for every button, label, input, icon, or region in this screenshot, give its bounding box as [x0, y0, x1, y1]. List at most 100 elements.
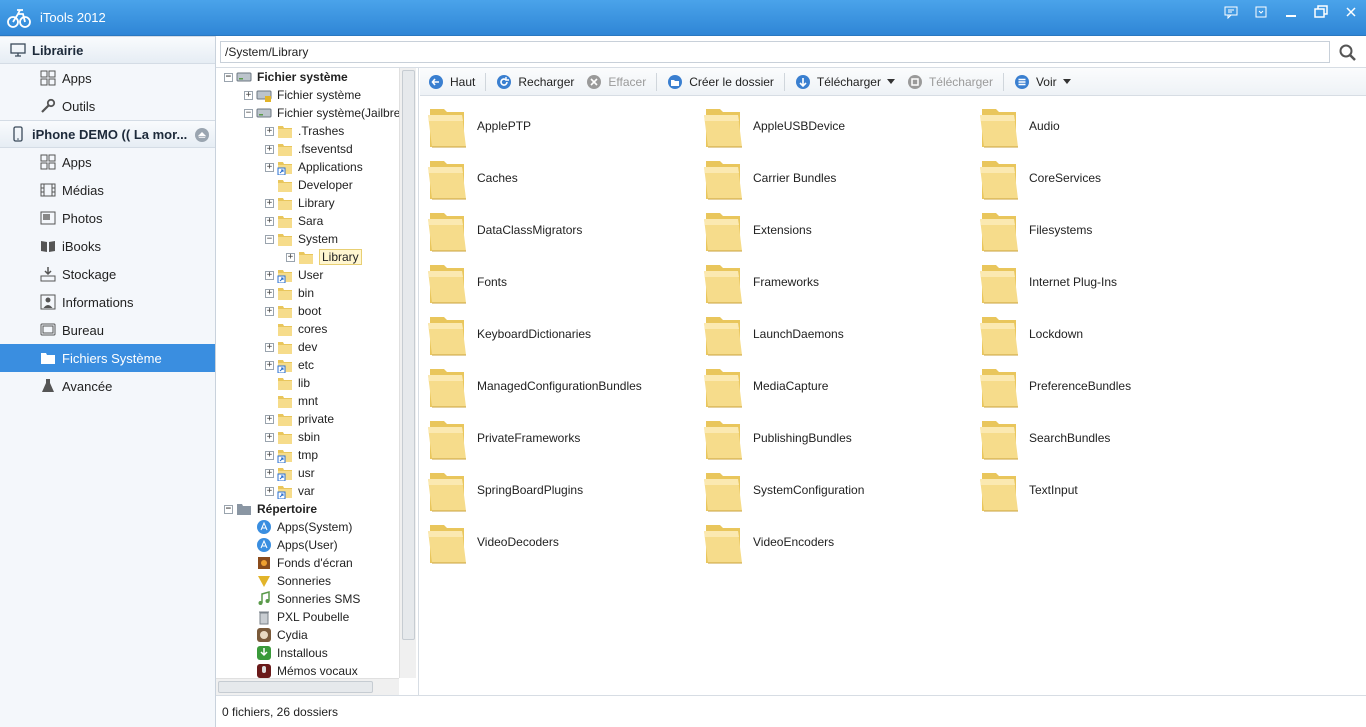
folder-item[interactable]: SystemConfiguration [699, 466, 969, 514]
tree-node[interactable]: Apps(System) [244, 518, 352, 536]
folder-item[interactable]: MediaCapture [699, 362, 969, 410]
tree-node[interactable]: + Sara [265, 212, 323, 230]
folder-item[interactable]: Frameworks [699, 258, 969, 306]
tree-node[interactable]: + boot [265, 302, 321, 320]
folder-item[interactable]: PublishingBundles [699, 414, 969, 462]
expand-toggle-icon[interactable]: + [286, 252, 295, 262]
tree-node[interactable]: + usr [265, 464, 315, 482]
reload-button[interactable]: Recharger [494, 71, 584, 93]
expand-toggle-icon[interactable]: − [224, 72, 233, 82]
folder-item[interactable]: TextInput [975, 466, 1245, 514]
folder-item[interactable]: KeyboardDictionaries [423, 310, 693, 358]
expand-toggle-icon[interactable]: + [265, 432, 274, 442]
up-button[interactable]: Haut [426, 71, 485, 93]
tree-node[interactable]: Cydia [244, 626, 308, 644]
expand-toggle-icon[interactable]: + [265, 144, 274, 154]
tree-node[interactable]: lib [265, 374, 310, 392]
tree-node[interactable]: + .Trashes [265, 122, 344, 140]
folder-item[interactable]: SpringBoardPlugins [423, 466, 693, 514]
expand-toggle-icon[interactable]: + [265, 360, 274, 370]
tree-node[interactable]: mnt [265, 392, 318, 410]
feedback-button[interactable] [1216, 0, 1246, 24]
sidebar-item-ibooks[interactable]: iBooks [0, 232, 215, 260]
tree-node[interactable]: Sonneries [244, 572, 331, 590]
folder-item[interactable]: Lockdown [975, 310, 1245, 358]
folder-item[interactable]: VideoDecoders [423, 518, 693, 566]
expand-toggle-icon[interactable]: − [244, 108, 253, 118]
tree-node[interactable]: + User [265, 266, 323, 284]
expand-toggle-icon[interactable]: + [265, 162, 274, 172]
expand-toggle-icon[interactable]: + [265, 198, 274, 208]
folder-item[interactable]: Audio [975, 102, 1245, 150]
minimize-button[interactable] [1276, 0, 1306, 24]
scroll-thumb[interactable] [402, 70, 415, 640]
folder-item[interactable]: Caches [423, 154, 693, 202]
new-folder-button[interactable]: Créer le dossier [665, 71, 784, 93]
expand-toggle-icon[interactable]: − [224, 504, 233, 514]
folder-item[interactable]: Fonts [423, 258, 693, 306]
folder-item[interactable]: ApplePTP [423, 102, 693, 150]
folder-item[interactable]: SearchBundles [975, 414, 1245, 462]
sidebar-item-system-files[interactable]: Fichiers Système [0, 344, 215, 372]
tree-vertical-scrollbar[interactable] [399, 68, 416, 678]
tree-node[interactable]: PXL Poubelle [244, 608, 349, 626]
tree-root-directory[interactable]: − Répertoire [224, 500, 317, 518]
sidebar-item-informations[interactable]: Informations [0, 288, 215, 316]
download-button[interactable]: Télécharger [905, 71, 1003, 93]
expand-toggle-icon[interactable]: + [265, 270, 274, 280]
tree-node[interactable]: + Library [265, 194, 335, 212]
tree-node[interactable]: + Fichier système [244, 86, 361, 104]
folder-item[interactable]: CoreServices [975, 154, 1245, 202]
expand-toggle-icon[interactable]: − [265, 234, 274, 244]
tree-node[interactable]: + private [265, 410, 334, 428]
tree-node[interactable]: + tmp [265, 446, 318, 464]
sidebar-item-apps[interactable]: Apps [0, 148, 215, 176]
tree-node[interactable]: cores [265, 320, 327, 338]
sidebar-item-library-apps[interactable]: Apps [0, 64, 215, 92]
expand-toggle-icon[interactable]: + [265, 126, 274, 136]
folder-item[interactable]: Filesystems [975, 206, 1245, 254]
folder-item[interactable]: DataClassMigrators [423, 206, 693, 254]
folder-item[interactable]: AppleUSBDevice [699, 102, 969, 150]
folder-item[interactable]: Internet Plug-Ins [975, 258, 1245, 306]
tree-node[interactable]: Developer [265, 176, 353, 194]
expand-toggle-icon[interactable]: + [265, 468, 274, 478]
folder-item[interactable]: VideoEncoders [699, 518, 969, 566]
sidebar-item-advanced[interactable]: Avancée [0, 372, 215, 400]
library-header[interactable]: Librairie [0, 36, 215, 64]
expand-toggle-icon[interactable]: + [265, 486, 274, 496]
expand-toggle-icon[interactable]: + [265, 288, 274, 298]
tree-node[interactable]: + etc [265, 356, 314, 374]
restore-button[interactable] [1306, 0, 1336, 24]
expand-toggle-icon[interactable]: + [265, 414, 274, 424]
search-icon[interactable] [1338, 43, 1358, 63]
expand-toggle-icon[interactable]: + [265, 306, 274, 316]
tree-node[interactable]: Sonneries SMS [244, 590, 360, 608]
expand-toggle-icon[interactable]: + [265, 450, 274, 460]
expand-toggle-icon[interactable]: + [265, 342, 274, 352]
folder-item[interactable]: LaunchDaemons [699, 310, 969, 358]
sidebar-item-desktop[interactable]: Bureau [0, 316, 215, 344]
expand-toggle-icon[interactable]: + [244, 90, 253, 100]
folder-item[interactable]: ManagedConfigurationBundles [423, 362, 693, 410]
upload-button[interactable]: Télécharger [793, 71, 905, 93]
tree-node[interactable]: + var [265, 482, 315, 500]
tree-node[interactable]: Apps(User) [244, 536, 338, 554]
scroll-thumb[interactable] [218, 681, 373, 693]
tree-node[interactable]: Fonds d'écran [244, 554, 353, 572]
folder-item[interactable]: PreferenceBundles [975, 362, 1245, 410]
folder-item[interactable]: PrivateFrameworks [423, 414, 693, 462]
delete-button[interactable]: Effacer [584, 71, 656, 93]
tree-root-filesystem[interactable]: − Fichier système [224, 68, 348, 86]
sidebar-item-photos[interactable]: Photos [0, 204, 215, 232]
tree-node[interactable]: + Applications [265, 158, 363, 176]
eject-icon[interactable] [195, 128, 209, 142]
folder-item[interactable]: Carrier Bundles [699, 154, 969, 202]
tree-node[interactable]: − System [265, 230, 338, 248]
sidebar-item-storage[interactable]: Stockage [0, 260, 215, 288]
tree-node[interactable]: Installous [244, 644, 328, 662]
tree-node[interactable]: + sbin [265, 428, 320, 446]
sidebar-item-tools[interactable]: Outils [0, 92, 215, 120]
expand-toggle-icon[interactable]: + [265, 216, 274, 226]
path-input[interactable]: /System/Library [220, 41, 1330, 63]
